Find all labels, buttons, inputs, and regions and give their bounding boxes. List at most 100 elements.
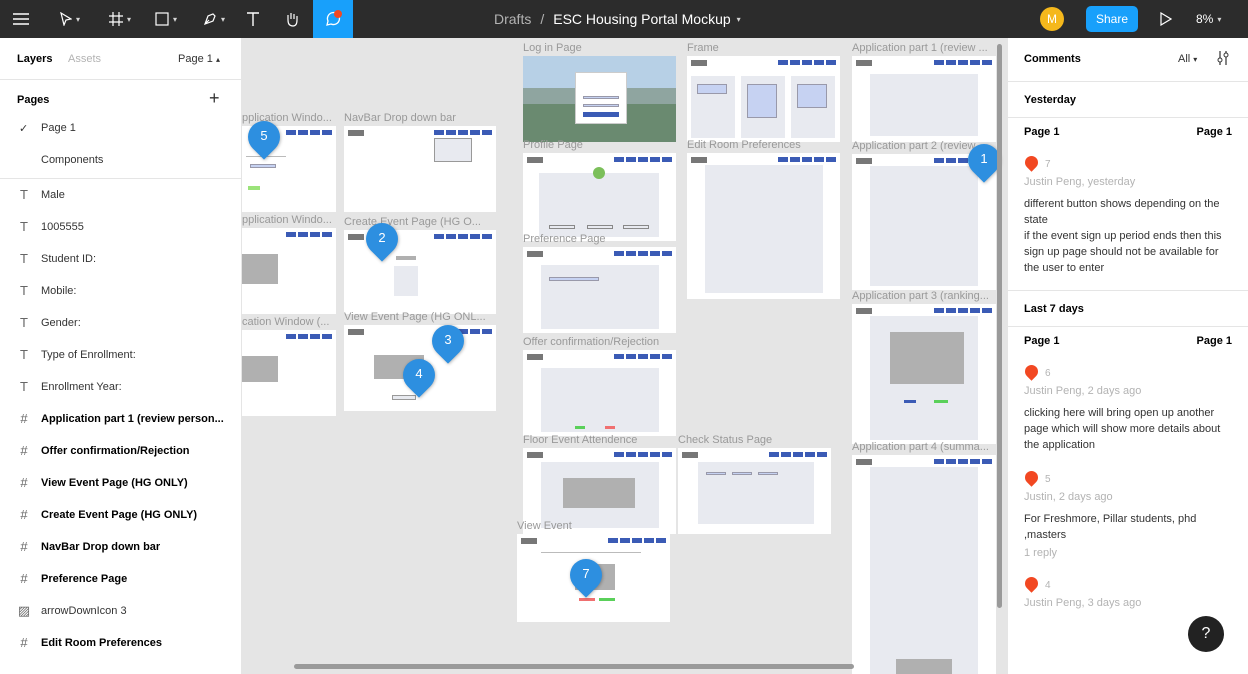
pen-tool-button[interactable]: ▾	[194, 0, 234, 38]
frame-thumbnail[interactable]	[852, 56, 996, 142]
frame-label[interactable]: Application part 3 (ranking...	[852, 290, 989, 302]
pen-icon	[203, 13, 216, 26]
zoom-menu[interactable]: 8% ▾	[1196, 0, 1221, 38]
panel-tabs: Layers Assets Page 1 ▴	[0, 38, 241, 80]
frame-thumbnail[interactable]	[852, 304, 996, 444]
page-selector-label: Page 1	[178, 53, 213, 65]
design-canvas[interactable]: pplication Windo... pplication Windo... …	[242, 38, 1007, 674]
frame-thumbnail[interactable]	[523, 56, 676, 142]
comment-text: clicking here will bring open up another…	[1024, 407, 1221, 451]
settings-sliders-icon[interactable]	[1216, 50, 1230, 69]
comment-text: different button shows depending on the …	[1024, 198, 1222, 274]
comment-pin[interactable]: 3	[425, 318, 471, 364]
page-item-page-1[interactable]: ✓ Page 1	[0, 112, 241, 144]
layer-item[interactable]: # Edit Room Preferences	[0, 627, 241, 659]
layer-item[interactable]: # View Event Page (HG ONLY)	[0, 467, 241, 499]
vertical-scrollbar[interactable]	[997, 44, 1002, 608]
frame-layer-icon: #	[20, 507, 28, 522]
layer-item[interactable]: ▨ arrowDownIcon 3	[0, 595, 241, 627]
frame-label[interactable]: Application part 1 (review ...	[852, 42, 988, 54]
comment-tool-button[interactable]	[313, 0, 353, 38]
comment-reply-count[interactable]: 1 reply	[1024, 547, 1232, 559]
frame-thumbnail[interactable]	[678, 448, 831, 534]
frame-label[interactable]: Preference Page	[523, 233, 606, 245]
layer-item[interactable]: T Type of Enrollment:	[0, 339, 241, 371]
frame-label[interactable]: pplication Windo...	[242, 214, 332, 226]
frame-thumbnail[interactable]	[852, 455, 996, 674]
text-tool-button[interactable]	[240, 0, 266, 38]
layer-name: Create Event Page (HG ONLY)	[41, 509, 198, 521]
frame-thumbnail[interactable]	[523, 247, 676, 333]
tab-assets[interactable]: Assets	[68, 53, 101, 65]
comments-panel: Comments All ▾ Yesterday Page 1 Page 1 7 Jus…	[1007, 38, 1248, 674]
help-button[interactable]: ?	[1188, 616, 1224, 652]
frame-thumbnail[interactable]	[242, 228, 336, 314]
frame-label[interactable]: NavBar Drop down bar	[344, 112, 456, 124]
layer-item[interactable]: T Gender:	[0, 307, 241, 339]
hand-tool-button[interactable]	[278, 0, 306, 38]
frame-label[interactable]: Check Status Page	[678, 434, 772, 446]
comments-title: Comments	[1024, 53, 1081, 65]
layer-item[interactable]: T Male	[0, 179, 241, 211]
layer-item[interactable]: T 1005555	[0, 211, 241, 243]
comment-group: Page 1 Page 1 6 Justin Peng, 2 days ago clic…	[1008, 327, 1248, 609]
frame-label[interactable]: Edit Room Preferences	[687, 139, 801, 151]
comment-pin[interactable]: 7	[563, 552, 609, 598]
frame-label[interactable]: Application part 4 (summa...	[852, 441, 989, 453]
layer-item[interactable]: # Offer confirmation/Rejection	[0, 435, 241, 467]
layer-name: Enrollment Year:	[41, 381, 122, 393]
frame-tool-button[interactable]: ▾	[100, 0, 140, 38]
comment-pin[interactable]: 5	[242, 114, 287, 160]
layer-item[interactable]: T Mobile:	[0, 275, 241, 307]
layer-item[interactable]: T Enrollment Year:	[0, 371, 241, 403]
frame-label[interactable]: Frame	[687, 42, 719, 54]
comment-sections: Yesterday Page 1 Page 1 7 Justin Peng, yeste…	[1008, 82, 1248, 609]
frame-thumbnail[interactable]	[687, 56, 840, 142]
frame-label[interactable]: View Event	[517, 520, 572, 532]
frame-thumbnail[interactable]	[523, 350, 676, 436]
frame-label[interactable]: Create Event Page (HG O...	[344, 216, 481, 228]
page-item-components[interactable]: Components	[0, 144, 241, 176]
frame-thumbnail[interactable]	[523, 153, 676, 241]
frame-thumbnail[interactable]	[687, 153, 840, 299]
comment-item[interactable]: 6 Justin Peng, 2 days ago clicking here wi…	[1008, 361, 1248, 453]
main-menu-icon[interactable]	[6, 0, 36, 38]
frame-label[interactable]: Offer confirmation/Rejection	[523, 336, 659, 348]
shape-tool-button[interactable]: ▾	[146, 0, 186, 38]
comment-item[interactable]: 4 Justin Peng, 3 days ago	[1008, 573, 1248, 609]
comment-page-row: Page 1 Page 1	[1008, 327, 1248, 351]
frame-thumbnail[interactable]	[242, 330, 336, 416]
frame-label[interactable]: View Event Page (HG ONL...	[344, 311, 486, 323]
frame-label[interactable]: Floor Event Attendence	[523, 434, 637, 446]
breadcrumb-drafts[interactable]: Drafts	[494, 11, 531, 27]
comment-page-row: Page 1 Page 1	[1008, 118, 1248, 142]
page-selector[interactable]: Page 1 ▴	[178, 53, 220, 65]
layer-name: arrowDownIcon 3	[41, 605, 127, 617]
comment-item[interactable]: 7 Justin Peng, yesterday different button …	[1008, 152, 1248, 276]
add-page-icon[interactable]: +	[209, 89, 220, 107]
frame-label[interactable]: cation Window (...	[242, 316, 329, 328]
layer-item[interactable]: # Create Event Page (HG ONLY)	[0, 499, 241, 531]
frame-label[interactable]: Log in Page	[523, 42, 582, 54]
comment-meta: 4	[1022, 573, 1232, 595]
avatar[interactable]: M	[1040, 7, 1064, 31]
layer-item[interactable]: # Application part 1 (review person...	[0, 403, 241, 435]
layer-item[interactable]: # NavBar Drop down bar	[0, 531, 241, 563]
file-name[interactable]: ESC Housing Portal Mockup	[553, 11, 730, 27]
share-button[interactable]: Share	[1086, 6, 1138, 32]
layer-item[interactable]: T Student ID:	[0, 243, 241, 275]
present-button[interactable]	[1154, 0, 1178, 38]
comment-pin[interactable]: 1	[961, 137, 1007, 183]
comment-pin[interactable]: 4	[396, 352, 442, 398]
move-tool-button[interactable]: ▾	[50, 0, 90, 38]
horizontal-scrollbar[interactable]	[294, 664, 854, 669]
comment-item[interactable]: 5 Justin, 2 days ago For Freshmore, Pillar…	[1008, 467, 1248, 559]
comment-pin[interactable]: 2	[359, 216, 405, 262]
zoom-level: 8%	[1196, 12, 1214, 26]
tab-layers[interactable]: Layers	[17, 53, 52, 65]
comments-filter-dropdown[interactable]: All ▾	[1178, 53, 1197, 65]
layer-item[interactable]: # Preference Page	[0, 563, 241, 595]
frame-label[interactable]: Profile Page	[523, 139, 583, 151]
chevron-down-icon[interactable]: ▾	[737, 15, 741, 24]
frame-thumbnail[interactable]	[344, 126, 496, 212]
